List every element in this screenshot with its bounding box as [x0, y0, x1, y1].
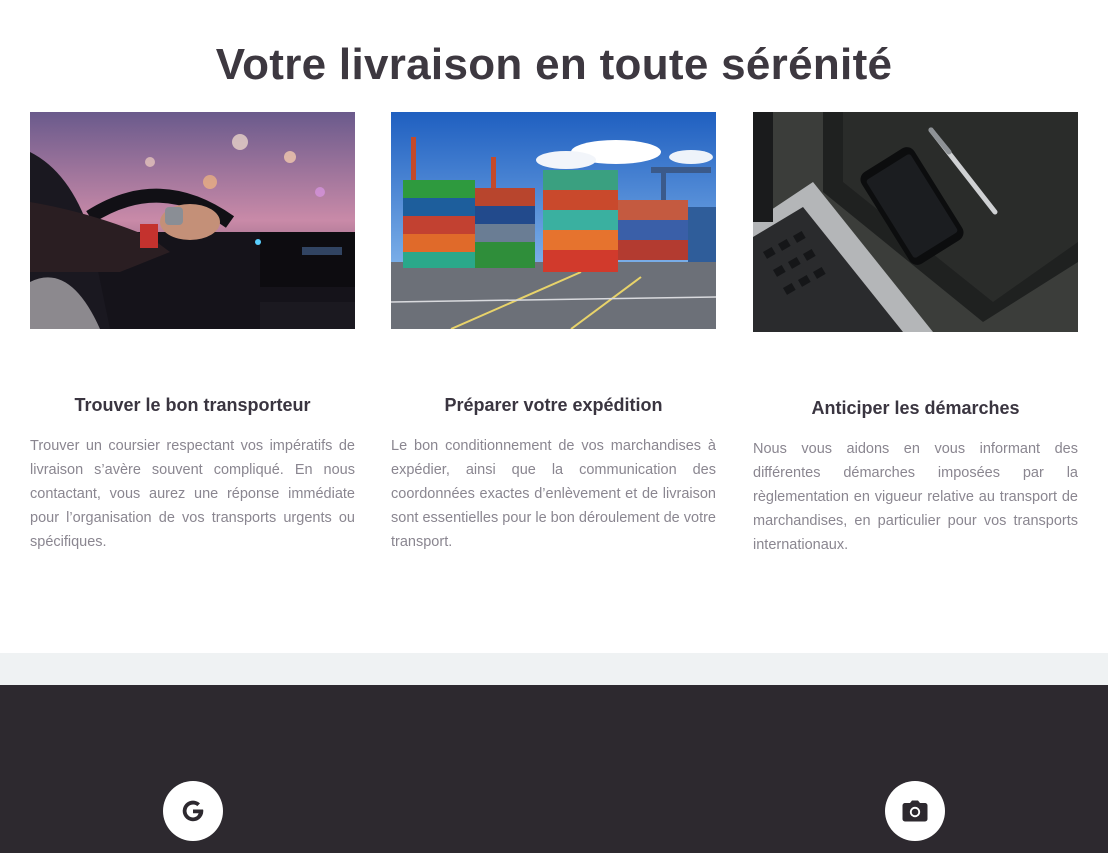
section-divider-band	[0, 653, 1108, 685]
card-title: Trouver le bon transporteur	[74, 395, 311, 415]
feature-card-shipment: Préparer votre expédition Le bon conditi…	[391, 112, 716, 550]
card-title: Préparer votre expédition	[444, 395, 663, 415]
google-icon	[182, 800, 204, 822]
driver-steering-wheel-photo	[30, 112, 355, 329]
card-description: Trouver un coursier respectant vos impér…	[30, 438, 355, 550]
camera-button[interactable]	[885, 781, 945, 841]
google-button[interactable]	[163, 781, 223, 841]
feature-card-carrier: Trouver le bon transporteur Trouver un c…	[30, 112, 355, 550]
laptop-phone-notebook-photo	[753, 112, 1078, 332]
footer	[0, 685, 1108, 853]
card-description: Nous vous aidons en vous informant des d…	[753, 441, 1078, 553]
camera-icon	[902, 800, 928, 822]
shipping-containers-photo	[391, 112, 716, 329]
feature-card-procedures: Anticiper les démarches Nous vous aidons…	[753, 112, 1078, 553]
page-title: Votre livraison en toute sérénité	[215, 40, 893, 89]
card-title: Anticiper les démarches	[811, 398, 1020, 418]
card-description: Le bon conditionnement de vos marchandis…	[391, 438, 716, 550]
